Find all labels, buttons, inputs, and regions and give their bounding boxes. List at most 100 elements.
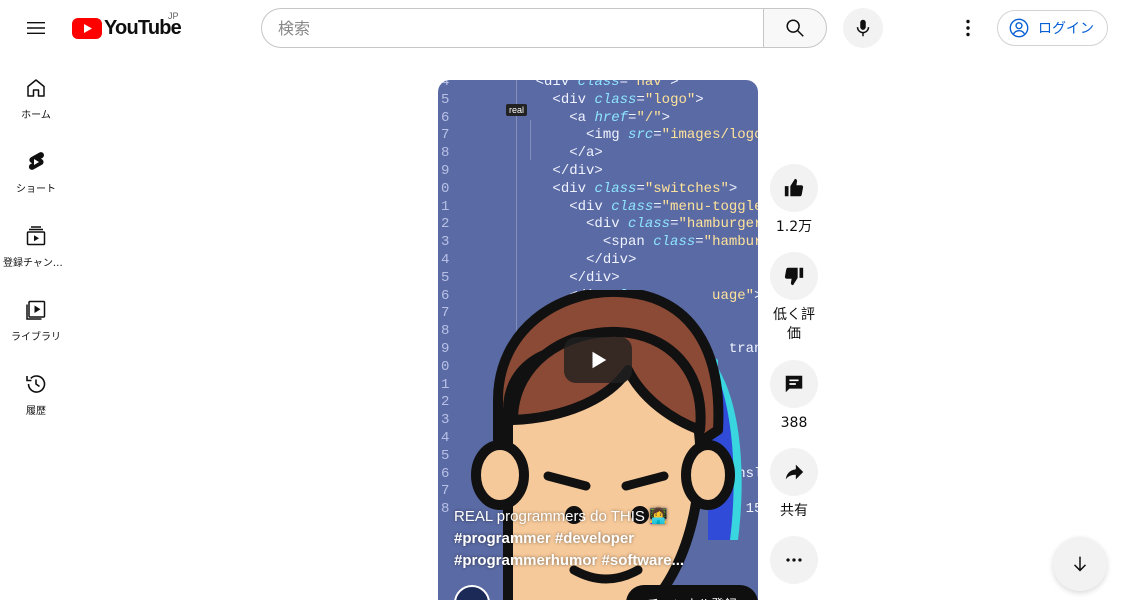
line-number: 7 [441, 483, 450, 500]
vertical-dots-icon [966, 19, 970, 37]
code-line: 7 <img src="images/logowhi [438, 127, 758, 145]
code-line: 8 </a> [438, 145, 758, 163]
line-number: 0 [441, 358, 450, 375]
search-input[interactable] [278, 18, 764, 38]
sidebar-item-home[interactable]: ホーム [0, 56, 72, 130]
indent-guide [530, 120, 531, 160]
code-line: 1 <div class="menu-toggle"> [438, 199, 758, 217]
shorts-player[interactable]: 4 <div class="nav"> 5 <div class="logo"> 6… [438, 80, 758, 600]
home-icon [27, 79, 45, 97]
line-number: 6 [441, 287, 450, 304]
line-number: 1 [441, 198, 450, 215]
real-tag: real [506, 104, 528, 116]
line-number: 0 [441, 180, 450, 197]
login-button[interactable]: ログイン [997, 10, 1108, 46]
sidebar-item-shorts[interactable]: ショート [0, 130, 72, 204]
dislike-label: 低く評価 [773, 307, 815, 342]
line-number: 9 [441, 340, 450, 357]
like-button[interactable] [770, 164, 818, 212]
line-number: 3 [441, 234, 450, 251]
search-box [261, 8, 764, 48]
short-title-text: REAL programmers do THIS 👩‍💻 [454, 508, 668, 525]
voice-search-button[interactable] [843, 8, 883, 48]
account-circle-icon [1009, 18, 1029, 38]
masthead: YouTube JP ログイン [0, 0, 1124, 56]
channel-row: チャンネル登録 [454, 585, 758, 600]
arrow-down-icon [1073, 556, 1087, 572]
search-icon [786, 19, 804, 37]
line-number: 3 [441, 412, 450, 429]
region-code: JP [168, 11, 179, 21]
thumbs-down-icon [784, 267, 804, 286]
comments-action: 388 [770, 360, 818, 448]
code-line: 4 </div> [438, 252, 758, 270]
mini-guide: ホーム ショート 登録チャンネル ライブラリ 履歴 [0, 56, 72, 426]
share-button[interactable] [770, 448, 818, 496]
hashtags-line: #programmer #developer [454, 530, 635, 547]
shorts-icon [28, 152, 44, 170]
comment-count: 388 [780, 415, 808, 431]
line-number: 6 [441, 109, 450, 126]
hamburger-menu-icon [27, 22, 45, 34]
login-label: ログイン [1038, 21, 1094, 37]
comment-icon [785, 375, 803, 393]
line-number: 1 [441, 376, 450, 393]
more-actions-button[interactable] [770, 536, 818, 584]
search-button[interactable] [763, 8, 827, 48]
line-number: 2 [441, 394, 450, 411]
code-line: 4 <div class="nav"> [438, 80, 758, 92]
code-line: 3 <span class="hamburger- [438, 234, 758, 252]
sidebar-item-label: 履歴 [26, 406, 46, 417]
youtube-play-logo-icon [72, 17, 102, 39]
line-number: 5 [441, 269, 450, 286]
hashtags-line: #programmerhumor #software... [454, 552, 685, 569]
sidebar-item-history[interactable]: 履歴 [0, 352, 72, 426]
play-icon [592, 351, 607, 369]
line-number: 6 [441, 465, 450, 482]
line-number: 5 [441, 91, 450, 108]
code-line: 5 <div class="logo"> [438, 92, 758, 110]
code-line: 2 <div class="hamburger"> [438, 216, 758, 234]
like-count: 1.2万 [775, 219, 813, 235]
share-arrow-icon [785, 464, 804, 480]
sidebar-item-library[interactable]: ライブラリ [0, 278, 72, 352]
guide-menu-button[interactable] [16, 8, 56, 48]
settings-more-button[interactable] [948, 8, 988, 48]
line-number: 4 [441, 80, 450, 90]
line-number: 8 [441, 145, 450, 162]
sidebar-item-label: 登録チャンネル [3, 258, 69, 269]
sidebar-item-label: ショート [16, 184, 56, 195]
dislike-button[interactable] [770, 252, 818, 300]
play-button[interactable] [564, 337, 632, 383]
short-title[interactable]: REAL programmers do THIS 👩‍💻 #programmer… [454, 506, 744, 572]
share-label: 共有 [780, 503, 808, 519]
thumbs-up-icon [784, 178, 804, 197]
like-action: 1.2万 [770, 164, 818, 252]
sidebar-item-label: ライブラリ [11, 332, 61, 343]
sidebar-item-label: ホーム [21, 110, 51, 121]
line-number: 4 [441, 251, 450, 268]
share-action: 共有 [770, 448, 818, 536]
code-line: 5 </div> [438, 270, 758, 288]
code-line: 6 <a href="/"> [438, 110, 758, 128]
line-number: 4 [441, 429, 450, 446]
more-action [770, 536, 818, 596]
code-line: 9 </div> [438, 163, 758, 181]
shorts-actions: 1.2万 低く評価 388 共有 [770, 164, 818, 596]
code-line: 0 <div class="switches"> [438, 181, 758, 199]
youtube-logo[interactable]: YouTube JP [72, 11, 182, 42]
line-number: 5 [441, 447, 450, 464]
line-number: 7 [441, 305, 450, 322]
comments-button[interactable] [770, 360, 818, 408]
channel-avatar[interactable] [454, 585, 490, 600]
history-icon [26, 375, 46, 393]
subscriptions-icon [26, 226, 46, 246]
microphone-icon [856, 19, 870, 37]
subscribe-button[interactable]: チャンネル登録 [626, 585, 758, 600]
line-number: 2 [441, 216, 450, 233]
sidebar-item-subscriptions[interactable]: 登録チャンネル [0, 204, 72, 278]
library-icon [26, 300, 46, 320]
line-number: 8 [441, 323, 450, 340]
dislike-action: 低く評価 [770, 252, 818, 360]
next-video-button[interactable] [1053, 537, 1107, 591]
